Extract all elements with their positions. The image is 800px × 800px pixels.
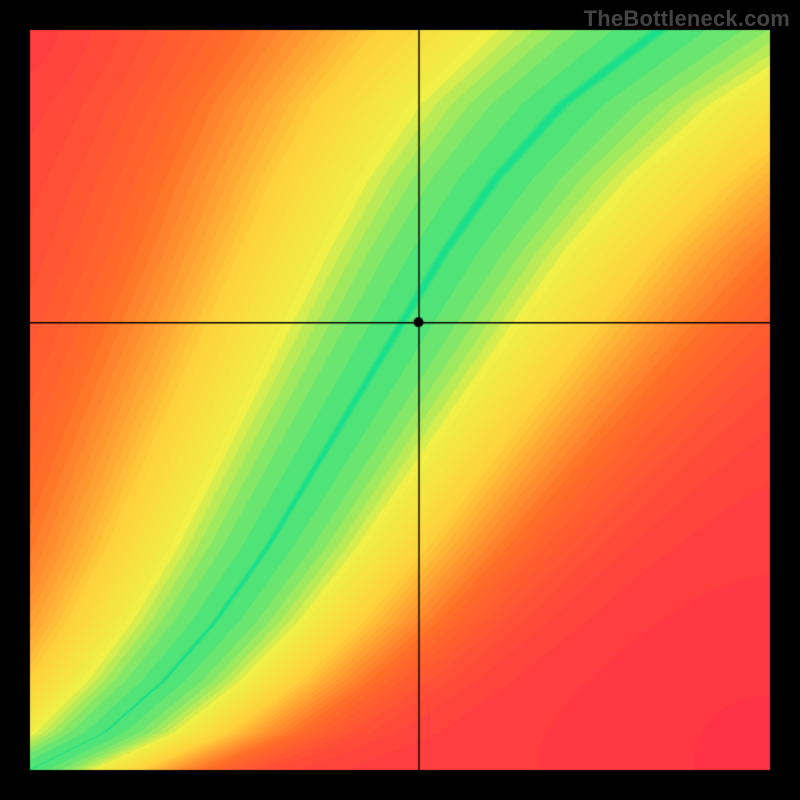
watermark-text: TheBottleneck.com <box>584 6 790 32</box>
heatmap-canvas <box>0 0 800 800</box>
chart-stage: TheBottleneck.com <box>0 0 800 800</box>
